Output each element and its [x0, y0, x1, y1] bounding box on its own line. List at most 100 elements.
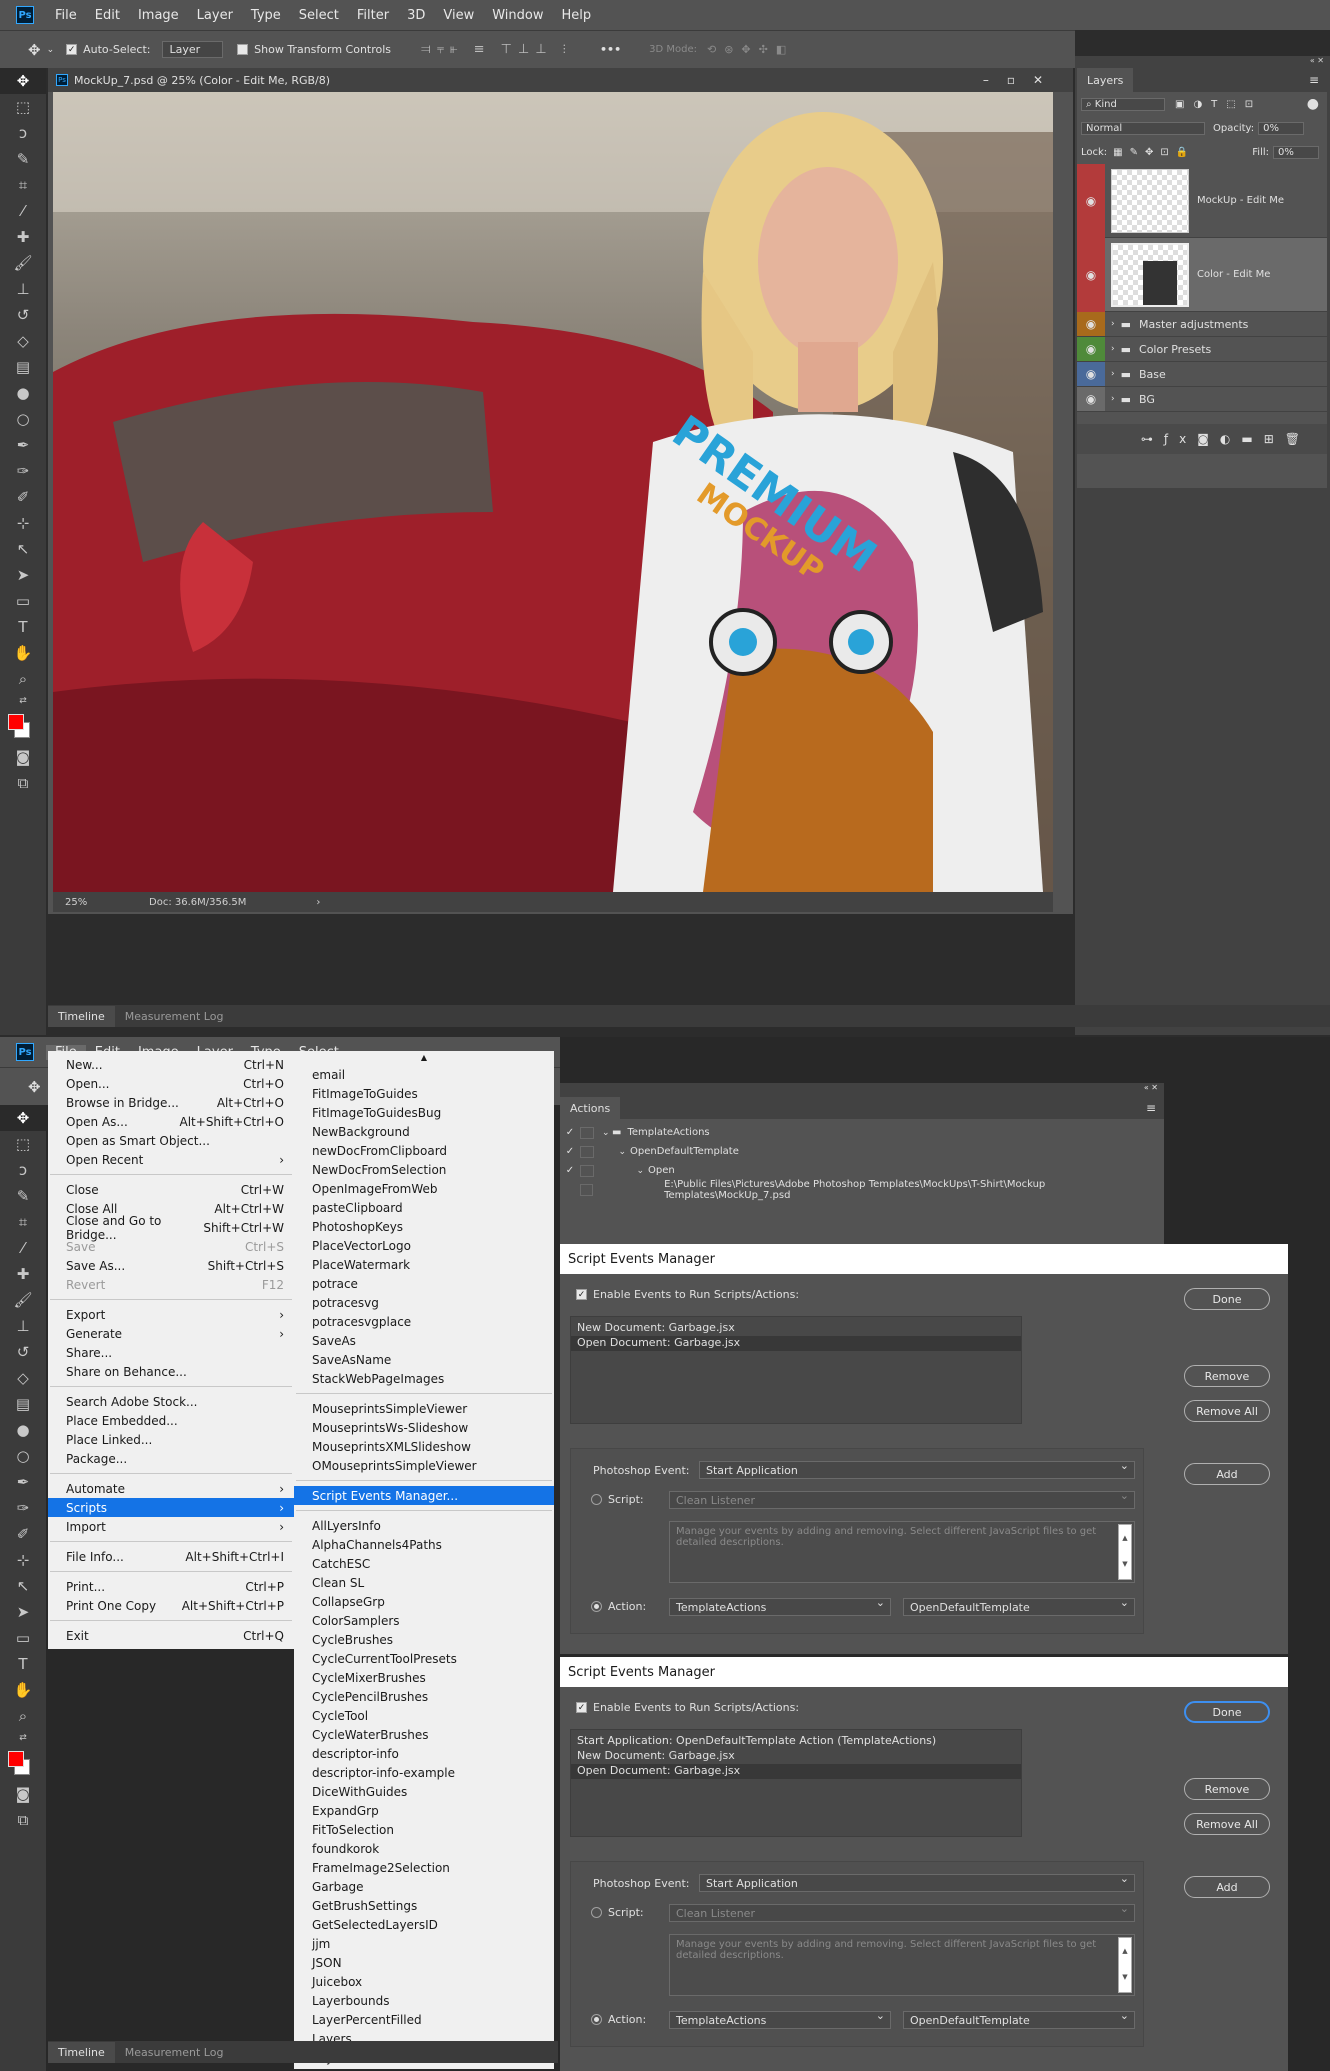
zoom-level[interactable]: 25%: [65, 897, 125, 908]
chevron-down-icon[interactable]: ⌄: [47, 45, 55, 55]
eyedropper-icon[interactable]: ⁄: [0, 1235, 46, 1261]
visibility-eye-icon[interactable]: ◉: [1077, 237, 1105, 312]
script-menu-item[interactable]: email: [294, 1065, 554, 1084]
chevron-right-icon[interactable]: ›: [1111, 369, 1115, 379]
move-tool-icon[interactable]: ✥: [0, 68, 46, 94]
remove-all-button[interactable]: Remove All: [1184, 1400, 1270, 1422]
opacity-field[interactable]: 0%: [1258, 121, 1305, 135]
script-menu-item[interactable]: CycleCurrentToolPresets: [294, 1649, 554, 1668]
script-menu-item[interactable]: descriptor-info: [294, 1744, 554, 1763]
dialog-toggle-box[interactable]: [580, 1126, 594, 1139]
file-menu-item[interactable]: Share...: [48, 1343, 294, 1362]
marquee-tool-icon[interactable]: ⬚: [0, 94, 46, 120]
healing-brush-icon[interactable]: ✚: [0, 1261, 46, 1287]
anchor-point-icon[interactable]: ⊹: [0, 1547, 46, 1573]
visibility-eye-icon[interactable]: ◉: [1077, 337, 1105, 361]
action-row[interactable]: ✓ ⌄ OpenDefaultTemplate: [560, 1142, 1164, 1161]
remove-all-button[interactable]: Remove All: [1184, 1813, 1270, 1835]
show-transform-checkbox[interactable]: [237, 44, 249, 55]
file-menu-item[interactable]: Exit Ctrl+Q: [48, 1626, 294, 1645]
visibility-eye-icon[interactable]: ◉: [1077, 362, 1105, 386]
file-menu-item[interactable]: Search Adobe Stock...: [48, 1392, 294, 1411]
curvature-pen-icon[interactable]: ✑: [0, 458, 46, 484]
dialog-toggle-box[interactable]: [580, 1164, 594, 1177]
event-list-item[interactable]: Open Document: Garbage.jsx: [571, 1336, 1021, 1351]
pen-tool-icon[interactable]: ✒: [0, 432, 46, 458]
script-menu-item[interactable]: Garbage: [294, 1877, 554, 1896]
gradient-tool-icon[interactable]: ▤: [0, 1391, 46, 1417]
script-menu-item[interactable]: pasteClipboard: [294, 1198, 554, 1217]
history-brush-icon[interactable]: ↺: [0, 302, 46, 328]
done-button[interactable]: Done: [1184, 1701, 1270, 1723]
file-menu-item[interactable]: File Info... Alt+Shift+Ctrl+I: [48, 1547, 294, 1566]
brush-tool-icon[interactable]: 🖌: [0, 250, 46, 276]
group-row[interactable]: ◉ › ▬ BG: [1077, 387, 1327, 412]
eyedropper-icon[interactable]: ⁄: [0, 198, 46, 224]
action-radio[interactable]: [591, 1601, 602, 1612]
quick-selection-icon[interactable]: ✎: [0, 1183, 46, 1209]
script-dropdown[interactable]: Clean Listener: [669, 1489, 1135, 1509]
screen-mode-icon[interactable]: ⧉: [0, 770, 46, 796]
menu-file[interactable]: File: [46, 8, 86, 23]
event-list-item[interactable]: New Document: Garbage.jsx: [571, 1321, 1021, 1336]
menu-view[interactable]: View: [434, 8, 483, 23]
type-tool-icon[interactable]: T: [0, 614, 46, 640]
quick-selection-icon[interactable]: ✎: [0, 146, 46, 172]
file-menu-item[interactable]: Save As... Shift+Ctrl+S: [48, 1256, 294, 1275]
pen-tool-icon[interactable]: ✒: [0, 1469, 46, 1495]
photoshop-event-dropdown[interactable]: Start Application: [699, 1872, 1135, 1892]
panel-menu-icon[interactable]: ≡: [1146, 1101, 1156, 1115]
move-tool-icon[interactable]: ✥: [0, 1105, 46, 1131]
script-radio[interactable]: [591, 1907, 602, 1918]
screen-mode-icon[interactable]: ⧉: [0, 1807, 46, 1833]
marquee-tool-icon[interactable]: ⬚: [0, 1131, 46, 1157]
script-menu-item[interactable]: CycleMixerBrushes: [294, 1668, 554, 1687]
hand-tool-icon[interactable]: ✋: [0, 1677, 46, 1703]
script-menu-item[interactable]: GetSelectedLayersID: [294, 1915, 554, 1934]
menu-filter[interactable]: Filter: [348, 8, 398, 23]
file-menu-item[interactable]: Close and Go to Bridge... Shift+Ctrl+W: [48, 1214, 294, 1242]
swap-colors-icon[interactable]: ⇄: [0, 1729, 46, 1747]
script-menu-item[interactable]: potracesvgplace: [294, 1312, 554, 1331]
script-menu-item[interactable]: Juicebox: [294, 1972, 554, 1991]
script-menu-item[interactable]: PlaceVectorLogo: [294, 1236, 554, 1255]
direct-select-icon[interactable]: ↖: [0, 1573, 46, 1599]
script-menu-item[interactable]: DiceWithGuides: [294, 1782, 554, 1801]
chevron-right-icon[interactable]: ›: [1111, 394, 1115, 404]
event-list-item[interactable]: New Document: Garbage.jsx: [571, 1749, 1021, 1764]
move-tool-icon[interactable]: ✥: [28, 41, 41, 59]
file-menu-item[interactable]: Open... Ctrl+O: [48, 1074, 294, 1093]
file-menu-item[interactable]: Revert F12: [48, 1275, 294, 1294]
crop-tool-icon[interactable]: ⌗: [0, 1209, 46, 1235]
chevron-down-icon[interactable]: ⌄: [602, 1128, 612, 1138]
lock-icons[interactable]: ▦✎✥⊡🔒: [1113, 147, 1195, 158]
scroll-up-arrow-icon[interactable]: ▲: [294, 1053, 554, 1065]
dodge-tool-icon[interactable]: ○: [0, 406, 46, 432]
eraser-icon[interactable]: ◇: [0, 1365, 46, 1391]
quick-mask-icon[interactable]: ◙: [0, 744, 46, 770]
menu-edit[interactable]: Edit: [86, 8, 129, 23]
action-row[interactable]: E:\Public Files\Pictures\Adobe Photoshop…: [560, 1179, 1164, 1201]
menu-layer[interactable]: Layer: [188, 8, 242, 23]
script-menu-item[interactable]: CycleTool: [294, 1706, 554, 1725]
lasso-tool-icon[interactable]: ↄ: [0, 1157, 46, 1183]
action-radio-row[interactable]: Action:: [591, 2013, 646, 2026]
event-list-item[interactable]: Start Application: OpenDefaultTemplate A…: [571, 1734, 1021, 1749]
brush-tool-icon[interactable]: 🖌: [0, 1287, 46, 1313]
visibility-eye-icon[interactable]: ◉: [1077, 163, 1105, 238]
enable-events-checkbox[interactable]: ✓: [576, 1702, 587, 1713]
color-swatches[interactable]: [0, 1747, 46, 1781]
script-menu-item[interactable]: PhotoshopKeys: [294, 1217, 554, 1236]
panel-menu-icon[interactable]: ≡: [1309, 73, 1319, 87]
script-menu-item[interactable]: OpenImageFromWeb: [294, 1179, 554, 1198]
history-brush-icon[interactable]: ↺: [0, 1339, 46, 1365]
file-menu-item[interactable]: Open Recent ›: [48, 1150, 294, 1169]
script-menu-item[interactable]: NewBackground: [294, 1122, 554, 1141]
script-menu-item[interactable]: CycleBrushes: [294, 1630, 554, 1649]
script-menu-item[interactable]: StackWebPageImages: [294, 1369, 554, 1388]
crop-tool-icon[interactable]: ⌗: [0, 172, 46, 198]
blur-tool-icon[interactable]: ●: [0, 1417, 46, 1443]
script-menu-item[interactable]: descriptor-info-example: [294, 1763, 554, 1782]
path-select-icon[interactable]: ➤: [0, 562, 46, 588]
script-menu-item[interactable]: JSON: [294, 1953, 554, 1972]
